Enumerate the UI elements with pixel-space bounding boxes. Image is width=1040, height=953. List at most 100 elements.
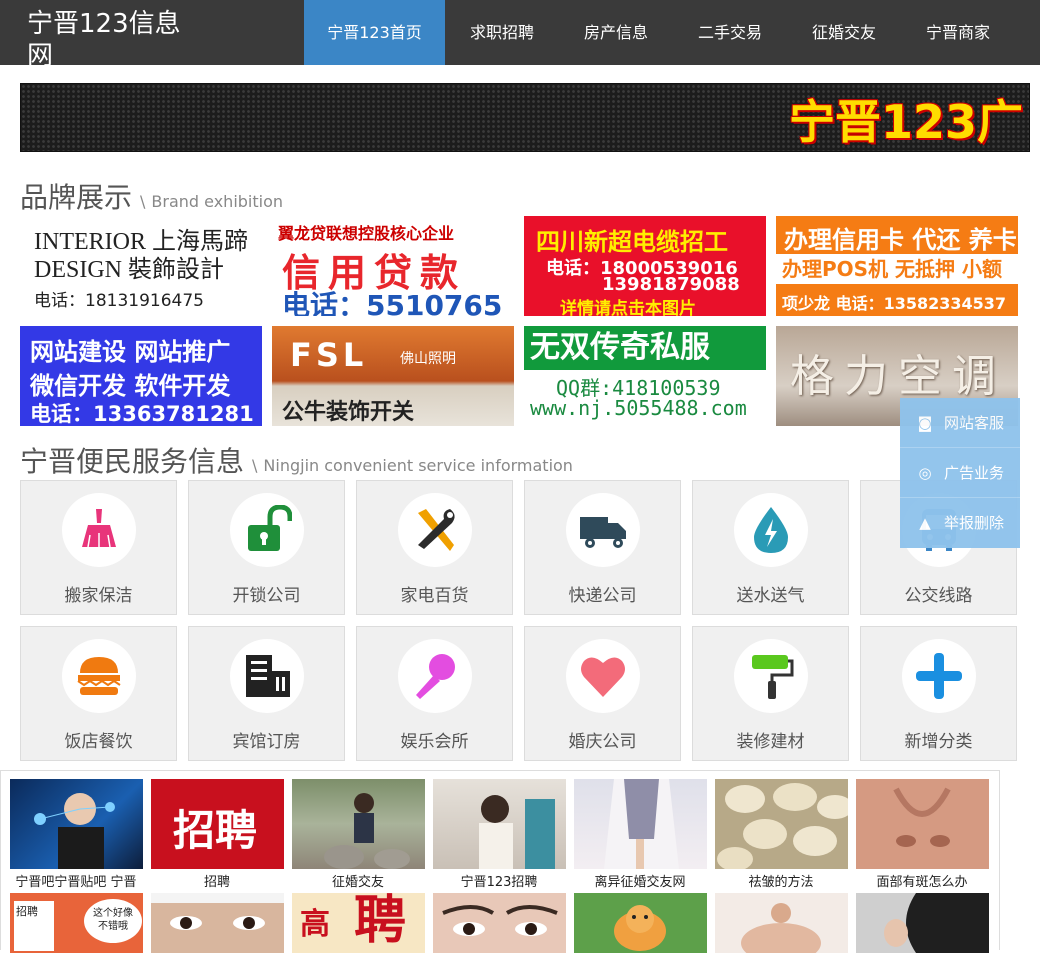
ad-note: 详情请点击本图片 xyxy=(560,299,696,316)
news-caption[interactable]: 宁晋123招聘 xyxy=(429,871,569,890)
brand-title-cn: 品牌展示 xyxy=(20,181,133,214)
basketball-icon: ◎ xyxy=(918,464,932,482)
news-thumb[interactable]: 高 聘 xyxy=(292,893,425,953)
service-label: 娱乐会所 xyxy=(400,732,469,752)
icon-circle xyxy=(230,639,304,713)
nav-secondhand[interactable]: 二手交易 xyxy=(673,0,787,65)
customer-service-button[interactable]: ◙ 网站客服 xyxy=(900,398,1020,448)
brand-ad-credit-card[interactable]: 办理信用卡 代还 养卡 办理POS机 无抵押 小额贷款 项少龙 电话：13582… xyxy=(776,216,1018,316)
service-item[interactable]: 新增分类 xyxy=(860,626,1017,761)
paint-roller-icon xyxy=(752,655,794,699)
news-thumb[interactable] xyxy=(715,779,848,869)
nav-housing[interactable]: 房产信息 xyxy=(559,0,673,65)
icon-circle xyxy=(734,493,808,567)
news-caption[interactable]: 面部有斑怎么办 xyxy=(852,871,992,890)
top-ad-banner[interactable]: 宁晋123广 xyxy=(20,83,1030,152)
news-thumb[interactable]: 招聘 xyxy=(151,779,284,869)
ad-headline: 格力空调 xyxy=(790,351,1006,402)
ad-headline: 无双传奇私服 xyxy=(524,326,766,370)
nav-merchants[interactable]: 宁晋商家 xyxy=(901,0,1015,65)
service-label: 装修建材 xyxy=(736,732,805,752)
ad-text-line2: DESIGN 裝飾設計 xyxy=(34,257,224,283)
service-label: 饭店餐饮 xyxy=(64,732,133,752)
icon-circle xyxy=(566,639,640,713)
service-label: 新增分类 xyxy=(904,732,973,752)
news-caption[interactable]: 征婚交友 xyxy=(288,871,428,890)
service-item[interactable]: 开锁公司 xyxy=(188,480,345,615)
news-thumb[interactable] xyxy=(10,779,143,869)
nav-jobs[interactable]: 求职招聘 xyxy=(445,0,559,65)
brand-ad-credit-loan[interactable]: 翼龙贷联想控股核心企业 信用贷款 电话：5510765 xyxy=(272,216,514,316)
service-label: 快递公司 xyxy=(568,586,637,606)
service-item[interactable]: 送水送气 xyxy=(692,480,849,615)
site-logo[interactable]: 宁晋123信息网 www.ningjin123.com.cn xyxy=(27,8,199,90)
ad-headline: 办理信用卡 代还 养卡 xyxy=(784,226,1017,254)
service-item[interactable]: 搬家保洁 xyxy=(20,480,177,615)
news-thumb[interactable] xyxy=(151,893,284,953)
news-thumb[interactable] xyxy=(715,893,848,953)
nav-dating[interactable]: 征婚交友 xyxy=(787,0,901,65)
floating-side-menu: ◙ 网站客服 ◎ 广告业务 ▲ 举报删除 xyxy=(900,398,1020,548)
icon-circle xyxy=(62,493,136,567)
news-thumb[interactable] xyxy=(292,779,425,869)
news-thumb[interactable] xyxy=(856,779,989,869)
news-thumbnail-panel: 宁晋吧宁晋贴吧 宁晋 招聘 招聘 征婚交友 宁晋123招聘 离异征婚交友网 祛皱… xyxy=(0,770,1000,953)
service-item[interactable]: 饭店餐饮 xyxy=(20,626,177,761)
logo-title: 宁晋123信息网 xyxy=(27,9,181,71)
ad-line1: 网站建设 网站推广 xyxy=(30,338,231,366)
service-section-title: 宁晋便民服务信息 \ Ningjin convenient service info… xyxy=(20,440,573,480)
icon-circle xyxy=(902,639,976,713)
brand-ad-fsl-lighting[interactable]: FSL 佛山照明 公牛装饰开关 xyxy=(272,326,514,426)
unlock-icon xyxy=(248,505,292,551)
service-item[interactable]: 娱乐会所 xyxy=(356,626,513,761)
ad-phone: 电话：5510765 xyxy=(282,289,503,316)
plus-icon xyxy=(916,653,962,699)
user-icon: ▲ xyxy=(919,514,931,532)
brand-ad-web-development[interactable]: 网站建设 网站推广 微信开发 软件开发 电话：13363781281 xyxy=(20,326,262,426)
icon-circle xyxy=(566,493,640,567)
service-item[interactable]: 家电百货 xyxy=(356,480,513,615)
ad-subline: 办理POS机 无抵押 小额贷款 xyxy=(776,254,1018,311)
news-thumb[interactable] xyxy=(433,893,566,953)
ad-tagline: 翼龙贷联想控股核心企业 xyxy=(278,224,455,243)
main-nav: 宁晋123首页 求职招聘 房产信息 二手交易 征婚交友 宁晋商家 xyxy=(304,0,1015,65)
truck-icon xyxy=(580,517,626,548)
broom-icon xyxy=(82,509,116,548)
news-thumb[interactable] xyxy=(433,779,566,869)
service-item[interactable]: 快递公司 xyxy=(524,480,681,615)
service-title-en: Ningjin convenient service information xyxy=(263,456,573,475)
news-thumb[interactable] xyxy=(856,893,989,953)
ad-subline: 公牛装饰开关 xyxy=(282,400,415,425)
brand-ad-interior-design[interactable]: INTERIOR 上海馬蹄 DESIGN 裝飾設計 电话：18131916475 xyxy=(20,216,262,316)
news-caption[interactable]: 招聘 xyxy=(147,871,287,890)
icon-circle xyxy=(398,493,472,567)
service-label: 送水送气 xyxy=(736,586,805,606)
ad-phone: 电话：18131916475 xyxy=(34,291,204,311)
brand-ad-game-server[interactable]: 无双传奇私服 QQ群:418100539 www.nj.5055488.com xyxy=(524,326,766,426)
service-item[interactable]: 宾馆订房 xyxy=(188,626,345,761)
ad-phone: 电话：13363781281 xyxy=(30,402,254,426)
service-item[interactable]: 装修建材 xyxy=(692,626,849,761)
nav-home[interactable]: 宁晋123首页 xyxy=(304,0,445,65)
news-caption[interactable]: 离异征婚交友网 xyxy=(570,871,710,890)
service-item[interactable]: 婚庆公司 xyxy=(524,626,681,761)
ad-business-button[interactable]: ◎ 广告业务 xyxy=(900,448,1020,498)
brand-ad-cable-recruit[interactable]: 四川新超电缆招工 电话：18000539016 13981879088 详情请点… xyxy=(524,216,766,316)
service-label: 宾馆订房 xyxy=(232,732,301,752)
service-label: 搬家保洁 xyxy=(64,586,133,606)
news-caption[interactable]: 宁晋吧宁晋贴吧 宁晋 xyxy=(6,871,146,890)
news-thumb[interactable] xyxy=(574,893,707,953)
report-delete-button[interactable]: ▲ 举报删除 xyxy=(900,498,1020,548)
service-label: 婚庆公司 xyxy=(568,732,637,752)
ad-phone-2: 13981879088 xyxy=(602,274,740,295)
ad-url: www.nj.5055488.com xyxy=(530,396,747,420)
title-separator: \ xyxy=(140,192,146,211)
news-thumb[interactable] xyxy=(574,779,707,869)
news-caption[interactable]: 祛皱的方法 xyxy=(711,871,851,890)
service-label: 开锁公司 xyxy=(232,586,301,606)
icon-circle xyxy=(398,639,472,713)
service-label: 家电百货 xyxy=(400,586,469,606)
brand-section-title: 品牌展示 \ Brand exhibition xyxy=(20,176,283,216)
tools-icon xyxy=(418,509,455,551)
news-thumb[interactable]: 招聘 这个好像 不错哦 xyxy=(10,893,143,953)
